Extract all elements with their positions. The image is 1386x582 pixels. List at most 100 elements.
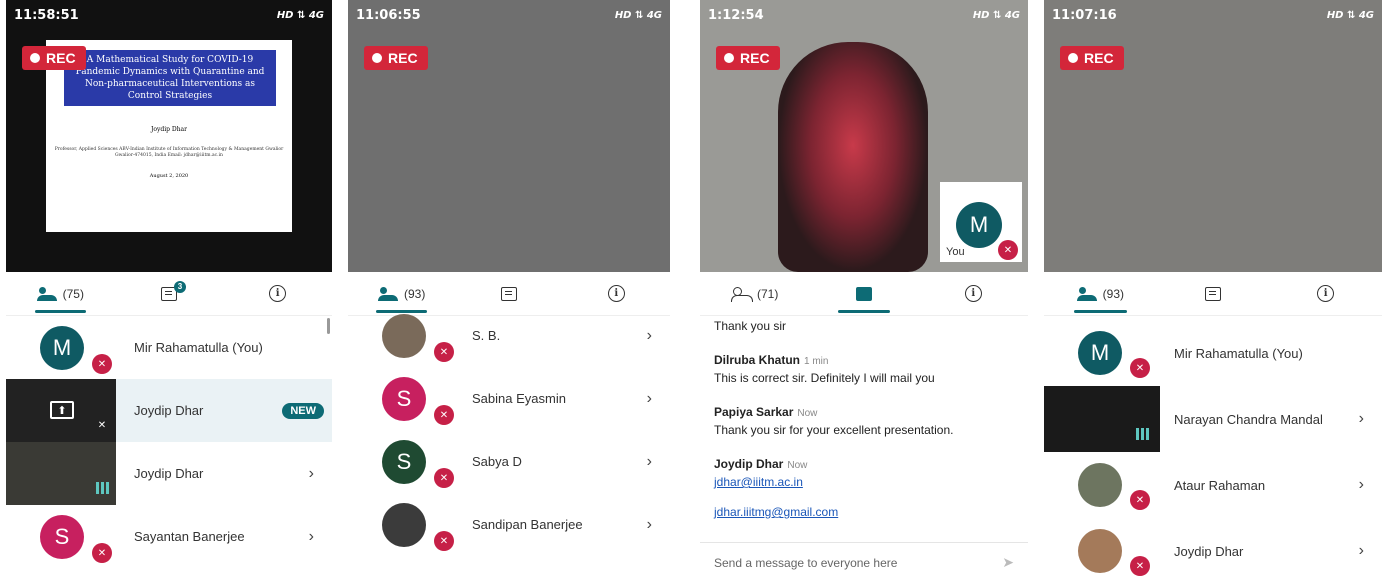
slide-date: August 2, 2020 <box>149 173 189 179</box>
tab-people[interactable]: (75) <box>7 272 115 315</box>
scrollbar[interactable] <box>327 318 330 334</box>
avatar: S <box>40 514 84 559</box>
screen-4: 11:07:16 HD ⇅ 4G REC (93) i M ✕ Mir Raha… <box>1044 0 1382 582</box>
chat-message: Thank you sir <box>714 318 1014 334</box>
slide-affiliation: Professor, Applied Sciences ABV-Indian I… <box>54 147 284 158</box>
video-view: 11:07:16 HD ⇅ 4G REC <box>1044 0 1382 272</box>
participant-row[interactable]: Narayan Chandra Mandal › <box>1044 386 1382 452</box>
participant-name: Joydip Dhar <box>1174 543 1244 559</box>
participant-name: Joydip Dhar <box>134 466 204 481</box>
chevron-right-icon[interactable]: › <box>309 528 314 546</box>
message-text: Thank you sir <box>714 319 787 333</box>
tab-info[interactable]: i <box>224 272 332 315</box>
people-count: (93) <box>403 286 426 301</box>
participant-name: Sayantan Banerjee <box>134 529 245 544</box>
new-badge: NEW <box>282 402 324 419</box>
participant-name: Joydip Dhar <box>134 403 204 418</box>
chevron-right-icon[interactable]: › <box>647 327 652 345</box>
status-time: 1:12:54 <box>708 7 764 23</box>
status-indicators: HD ⇅ 4G <box>1326 9 1374 21</box>
participant-row[interactable]: ✕ Ataur Rahaman › <box>1044 452 1382 518</box>
speaker-video <box>778 42 928 272</box>
info-icon: i <box>269 285 287 302</box>
chevron-right-icon[interactable]: › <box>647 516 652 534</box>
chevron-right-icon[interactable]: › <box>1359 410 1364 428</box>
tab-people[interactable]: (93) <box>1045 272 1157 315</box>
avatar <box>1078 529 1122 573</box>
tab-bar: (93) i <box>1044 272 1382 316</box>
avatar <box>382 502 426 547</box>
tab-chat[interactable] <box>1157 272 1269 315</box>
participant-list: M ✕ Mir Rahamatulla (You) Narayan Chandr… <box>1044 320 1382 582</box>
chat-icon <box>500 286 517 301</box>
self-view[interactable]: M You ✕ <box>940 182 1022 262</box>
status-indicators: HD ⇅ 4G <box>276 9 324 21</box>
participant-row[interactable]: S ✕ Sayantan Banerjee › <box>6 505 332 568</box>
participant-row[interactable]: S ✕ Sabina Eyasmin › <box>348 367 670 430</box>
record-dot-icon <box>1068 53 1078 63</box>
present-screen-icon: ⬆ <box>50 401 74 419</box>
email-link[interactable]: jdhar@iiitm.ac.in <box>714 474 1014 490</box>
message-composer[interactable]: Send a message to everyone here ➤ <box>700 542 1028 582</box>
email-link[interactable]: jdhar.iiitmg@gmail.com <box>714 504 1014 520</box>
info-icon: i <box>1317 285 1335 302</box>
status-bar: 1:12:54 HD ⇅ 4G <box>700 0 1028 30</box>
participant-name: Mir Rahamatulla (You) <box>1174 345 1303 361</box>
chevron-right-icon[interactable]: › <box>647 390 652 408</box>
participant-row[interactable]: S ✕ Sabya D › <box>348 430 670 493</box>
participant-name: Narayan Chandra Mandal <box>1174 411 1323 427</box>
participant-row[interactable]: ⬆ ✕ Joydip Dhar NEW <box>6 379 332 442</box>
record-dot-icon <box>724 53 734 63</box>
status-bar: 11:58:51 HD ⇅ 4G <box>6 0 332 30</box>
tab-info[interactable]: i <box>1270 272 1382 315</box>
people-count: (71) <box>756 286 779 301</box>
participant-row[interactable]: M ✕ Mir Rahamatulla (You) <box>1044 320 1382 386</box>
participant-row[interactable]: Joydip Dhar › <box>6 442 332 505</box>
chevron-right-icon[interactable]: › <box>309 465 314 483</box>
chat-message: Joydip Dhar Now jdhar@iiitm.ac.in jdhar.i… <box>714 456 1014 520</box>
send-icon[interactable]: ➤ <box>1002 554 1014 571</box>
chevron-right-icon[interactable]: › <box>1359 542 1364 560</box>
avatar <box>1078 463 1122 507</box>
mic-muted-icon: ✕ <box>434 531 454 551</box>
chat-messages: Thank you sir Dilruba Khatun 1 min This i… <box>714 318 1014 538</box>
mic-muted-icon: ✕ <box>1130 490 1150 510</box>
presentation-view: 11:58:51 HD ⇅ 4G REC A Mathematical Stud… <box>6 0 332 272</box>
tab-chat[interactable]: 3 <box>115 272 223 315</box>
info-icon: i <box>607 285 625 302</box>
screen-1: 11:58:51 HD ⇅ 4G REC A Mathematical Stud… <box>6 0 332 582</box>
chat-message: Dilruba Khatun 1 min This is correct sir.… <box>714 352 1014 386</box>
participant-row[interactable]: ✕ S. B. › <box>348 304 670 367</box>
mic-muted-icon: ✕ <box>434 468 454 488</box>
status-indicators: HD ⇅ 4G <box>972 9 1020 21</box>
participant-row[interactable]: ✕ Joydip Dhar › <box>1044 518 1382 582</box>
screen-2: 11:06:55 HD ⇅ 4G REC (93) i ✕ S. B. › S … <box>348 0 670 582</box>
recording-badge: REC <box>364 46 428 70</box>
avatar: S <box>382 439 426 484</box>
status-bar: 11:07:16 HD ⇅ 4G <box>1044 0 1382 30</box>
status-time: 11:07:16 <box>1052 7 1117 23</box>
participant-name: Mir Rahamatulla (You) <box>134 340 263 355</box>
tab-bar: (71) i <box>700 272 1028 316</box>
mic-muted-icon: ✕ <box>1130 358 1150 378</box>
message-text: This is correct sir. Definitely I will m… <box>714 371 935 385</box>
message-input[interactable]: Send a message to everyone here <box>714 556 897 570</box>
tab-chat[interactable] <box>810 272 918 315</box>
chevron-right-icon[interactable]: › <box>1359 476 1364 494</box>
message-time: 1 min <box>804 356 829 367</box>
tab-info[interactable]: i <box>919 272 1027 315</box>
chevron-right-icon[interactable]: › <box>647 453 652 471</box>
tab-people[interactable]: (71) <box>701 272 809 315</box>
participant-name: Sabya D <box>472 454 522 469</box>
avatar: S <box>382 376 426 421</box>
participant-row[interactable]: ✕ Sandipan Banerjee › <box>348 493 670 556</box>
recording-label: REC <box>46 50 76 66</box>
camera-tile <box>1044 386 1160 452</box>
participant-name: Sabina Eyasmin <box>472 391 566 406</box>
participant-row[interactable]: M ✕ Mir Rahamatulla (You) <box>6 316 332 379</box>
avatar: M <box>1078 331 1122 375</box>
screen-3: 1:12:54 HD ⇅ 4G REC M You ✕ (71) i Thank… <box>700 0 1028 582</box>
message-text: Thank you sir for your excellent present… <box>714 423 954 437</box>
mic-muted-icon: ✕ <box>434 342 454 362</box>
message-sender: Papiya Sarkar <box>714 405 794 419</box>
